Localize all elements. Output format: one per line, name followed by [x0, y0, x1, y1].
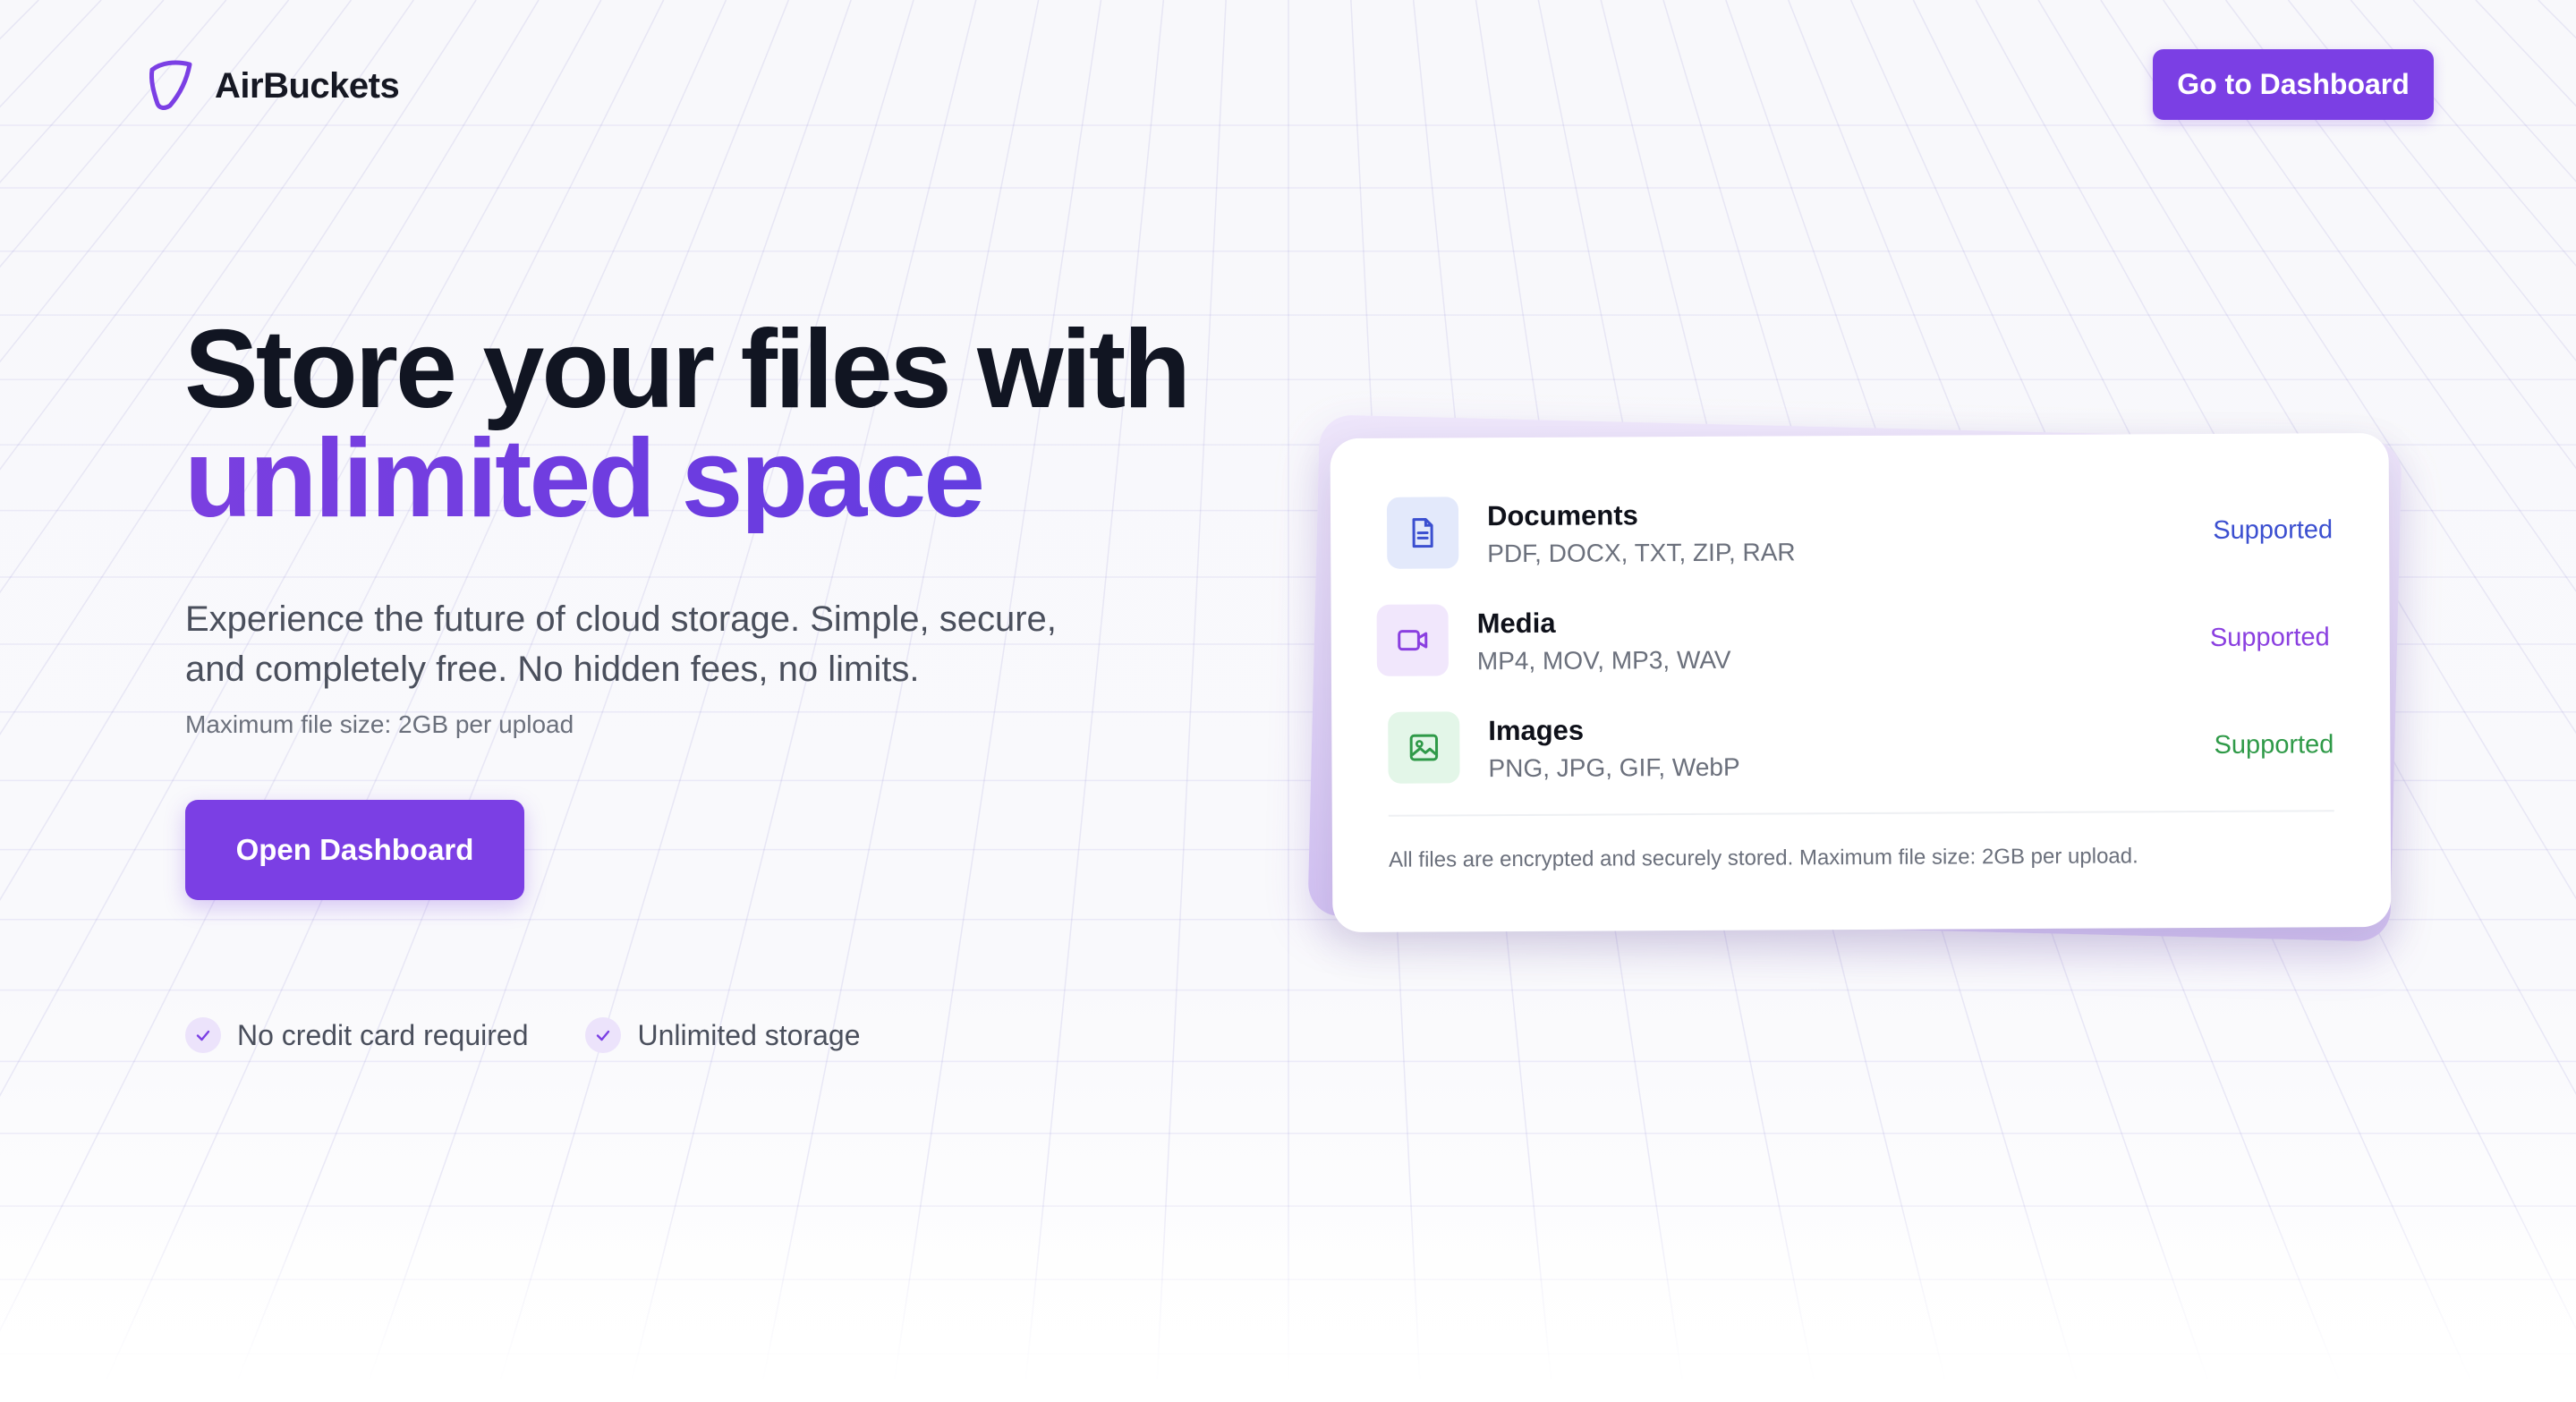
status-badge: Supported — [2209, 623, 2330, 652]
brand-name: AirBuckets — [215, 65, 400, 106]
max-file-size-note: Maximum file size: 2GB per upload — [185, 710, 574, 738]
brand-logo[interactable]: AirBuckets — [145, 59, 400, 113]
file-type-name: Media — [1476, 607, 1556, 640]
file-type-row-documents: Documents PDF, DOCX, TXT, ZIP, RAR Suppo… — [1331, 492, 2389, 573]
card-footer-note: All files are encrypted and securely sto… — [1388, 844, 2138, 872]
document-icon — [1386, 497, 1459, 569]
feature-list: No credit card required Unlimited storag… — [185, 1017, 917, 1053]
file-type-name: Documents — [1486, 499, 1638, 532]
card-divider — [1388, 810, 2334, 817]
file-type-extensions: PNG, JPG, GIF, WebP — [1488, 752, 1740, 783]
feature-no-credit-card: No credit card required — [185, 1017, 528, 1053]
open-dashboard-button[interactable]: Open Dashboard — [185, 800, 524, 900]
hero-title-line1: Store your files with — [184, 308, 1191, 431]
status-badge: Supported — [2214, 730, 2334, 760]
bottom-fade — [0, 1187, 2576, 1402]
check-icon — [185, 1017, 221, 1053]
check-icon — [585, 1017, 622, 1053]
file-type-extensions: PDF, DOCX, TXT, ZIP, RAR — [1487, 538, 1796, 568]
video-icon — [1376, 604, 1449, 676]
file-type-row-media: Media MP4, MOV, MP3, WAV Supported — [1331, 599, 2390, 680]
hero-subtitle: Experience the future of cloud storage. … — [185, 599, 1057, 689]
feature-label: No credit card required — [237, 1018, 529, 1051]
status-badge: Supported — [2213, 515, 2334, 545]
hero-title-accent: unlimited space — [184, 423, 1188, 534]
feature-unlimited-storage: Unlimited storage — [585, 1017, 860, 1053]
go-to-dashboard-button[interactable]: Go to Dashboard — [2153, 49, 2434, 120]
landing-page: AirBuckets Go to Dashboard Store your fi… — [0, 0, 2576, 1402]
bottom-strip — [0, 1379, 2576, 1402]
image-icon — [1388, 711, 1460, 784]
file-type-extensions: MP4, MOV, MP3, WAV — [1476, 645, 1731, 676]
hero-title: Store your files with unlimited space — [184, 314, 1191, 534]
supported-file-types-card: Documents PDF, DOCX, TXT, ZIP, RAR Suppo… — [1330, 432, 2392, 933]
file-type-row-images: Images PNG, JPG, GIF, WebP Supported — [1331, 707, 2390, 787]
bucket-logo-icon — [149, 60, 192, 110]
feature-label: Unlimited storage — [637, 1018, 861, 1051]
file-type-name: Images — [1488, 714, 1585, 747]
